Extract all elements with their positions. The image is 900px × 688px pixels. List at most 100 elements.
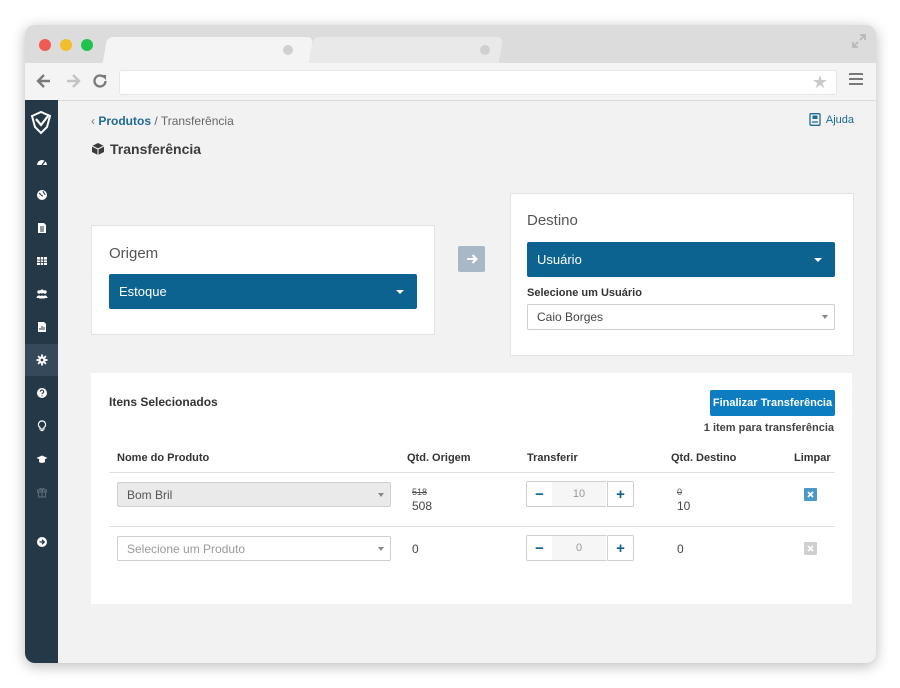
app-logo[interactable] — [28, 109, 54, 135]
origem-select-value: Estoque — [119, 284, 167, 299]
column-header-dest-qty: Qtd. Destino — [671, 452, 737, 464]
column-header-transfer: Transferir — [527, 452, 578, 464]
bookmark-star-icon[interactable]: ★ — [812, 73, 828, 91]
quantity-input[interactable]: 10 — [552, 481, 606, 507]
dest-qty-new: 10 — [677, 499, 691, 513]
forward-icon[interactable] — [63, 71, 83, 91]
dropdown-arrow-icon — [378, 546, 384, 551]
page-title: Transferência — [91, 141, 201, 157]
breadcrumb-current: Transferência — [160, 114, 234, 128]
destino-title: Destino — [527, 212, 578, 229]
main-content: ‹ Produtos / Transferência Ajuda Transfe… — [58, 100, 876, 663]
decrement-button[interactable]: − — [526, 535, 553, 561]
box-icon — [91, 143, 105, 155]
quantity-stepper: − 10 + — [526, 481, 634, 507]
reload-icon[interactable] — [90, 71, 110, 91]
browser-toolbar: ★ — [25, 63, 876, 101]
breadcrumb-link-produtos[interactable]: Produtos — [98, 114, 151, 128]
dest-qty: 0 — [677, 542, 684, 556]
quantity-stepper: − 0 + — [526, 535, 634, 561]
dashboard-icon — [36, 160, 47, 166]
header-divider — [109, 472, 835, 473]
user-field-label: Selecione um Usuário — [527, 287, 642, 299]
browser-tab-strip — [25, 25, 876, 63]
sidebar-item-dashboard[interactable] — [25, 146, 58, 178]
globe-icon — [36, 190, 47, 200]
finalize-transfer-button[interactable]: Finalizar Transferência — [710, 390, 835, 416]
tab-close-icon-2[interactable] — [480, 45, 490, 55]
destino-select[interactable]: Usuário — [527, 242, 835, 277]
destino-select-value: Usuário — [537, 252, 582, 267]
product-select-placeholder: Selecione um Produto — [127, 541, 246, 556]
sidebar-item-users[interactable] — [25, 278, 58, 310]
tab-close-icon[interactable] — [283, 45, 293, 55]
gift-icon — [36, 487, 47, 498]
quantity-input[interactable]: 0 — [552, 535, 606, 561]
sidebar-item-documents[interactable] — [25, 212, 58, 244]
row-divider — [109, 526, 835, 527]
browser-window: ★ ‹ Produtos / Transferência Ajuda Trans… — [25, 25, 876, 663]
caret-down-icon — [814, 257, 822, 262]
decrement-button[interactable]: − — [526, 481, 553, 507]
arrow-right-circle-icon — [36, 537, 47, 547]
sidebar-item-training[interactable] — [25, 443, 58, 475]
report-icon — [37, 322, 46, 332]
users-icon — [36, 289, 47, 299]
origin-qty-old: 518 — [412, 487, 428, 497]
address-bar[interactable]: ★ — [119, 70, 837, 95]
product-select-value: Bom Bril — [127, 487, 173, 502]
maximize-window-button[interactable] — [81, 39, 93, 51]
transfer-count-text: 1 item para transferência — [703, 422, 834, 434]
document-icon — [37, 223, 46, 233]
clear-row-icon-disabled[interactable] — [804, 542, 817, 555]
sidebar-item-help[interactable] — [25, 377, 58, 409]
breadcrumb-back-icon[interactable]: ‹ — [91, 114, 95, 128]
page-title-text: Transferência — [110, 141, 202, 157]
browser-tab-inactive[interactable] — [308, 37, 504, 63]
help-book-icon — [809, 113, 821, 126]
column-header-product: Nome do Produto — [117, 452, 210, 464]
sidebar-item-table[interactable] — [25, 245, 58, 277]
lightbulb-icon — [37, 420, 46, 432]
clear-row-icon[interactable] — [804, 488, 817, 501]
back-icon[interactable] — [34, 71, 54, 91]
dropdown-arrow-icon — [378, 492, 384, 497]
sidebar-item-settings[interactable] — [25, 344, 58, 376]
dropdown-arrow-icon — [822, 315, 828, 319]
sidebar-item-gifts[interactable] — [25, 476, 58, 508]
minimize-window-button[interactable] — [60, 39, 72, 51]
browser-menu-icon[interactable] — [849, 73, 863, 87]
graduation-cap-icon — [36, 455, 47, 463]
app-sidebar — [25, 100, 58, 663]
arrow-right-icon — [466, 254, 478, 264]
close-window-button[interactable] — [39, 39, 51, 51]
sidebar-item-logout[interactable] — [25, 526, 58, 558]
column-header-origin-qty: Qtd. Origem — [407, 452, 471, 464]
destino-card: Destino Usuário Selecione um Usuário Cai… — [510, 193, 854, 356]
sidebar-item-ideas[interactable] — [25, 410, 58, 442]
sidebar-item-globe[interactable] — [25, 179, 58, 211]
question-icon — [36, 388, 47, 398]
breadcrumb: ‹ Produtos / Transferência — [91, 114, 234, 128]
origem-card: Origem Estoque — [91, 225, 435, 335]
product-select-empty[interactable]: Selecione um Produto — [117, 536, 391, 561]
increment-button[interactable]: + — [607, 481, 634, 507]
user-select-value: Caio Borges — [537, 310, 604, 324]
fullscreen-icon[interactable] — [851, 33, 867, 49]
caret-down-icon — [396, 289, 404, 294]
help-link[interactable]: Ajuda — [809, 113, 854, 126]
sidebar-item-reports[interactable] — [25, 311, 58, 343]
items-card: Itens Selecionados Finalizar Transferênc… — [91, 373, 852, 604]
gear-icon — [36, 354, 47, 366]
browser-tab-active[interactable] — [102, 37, 314, 63]
product-select[interactable]: Bom Bril — [117, 482, 391, 507]
origin-qty-new: 508 — [412, 499, 433, 513]
transfer-arrow-button[interactable] — [458, 246, 485, 272]
breadcrumb-separator: / — [154, 114, 158, 128]
table-icon — [36, 257, 47, 265]
origem-select[interactable]: Estoque — [109, 274, 417, 309]
user-select[interactable]: Caio Borges — [527, 304, 835, 330]
origin-qty: 0 — [412, 542, 419, 556]
increment-button[interactable]: + — [607, 535, 634, 561]
origem-title: Origem — [109, 245, 159, 262]
